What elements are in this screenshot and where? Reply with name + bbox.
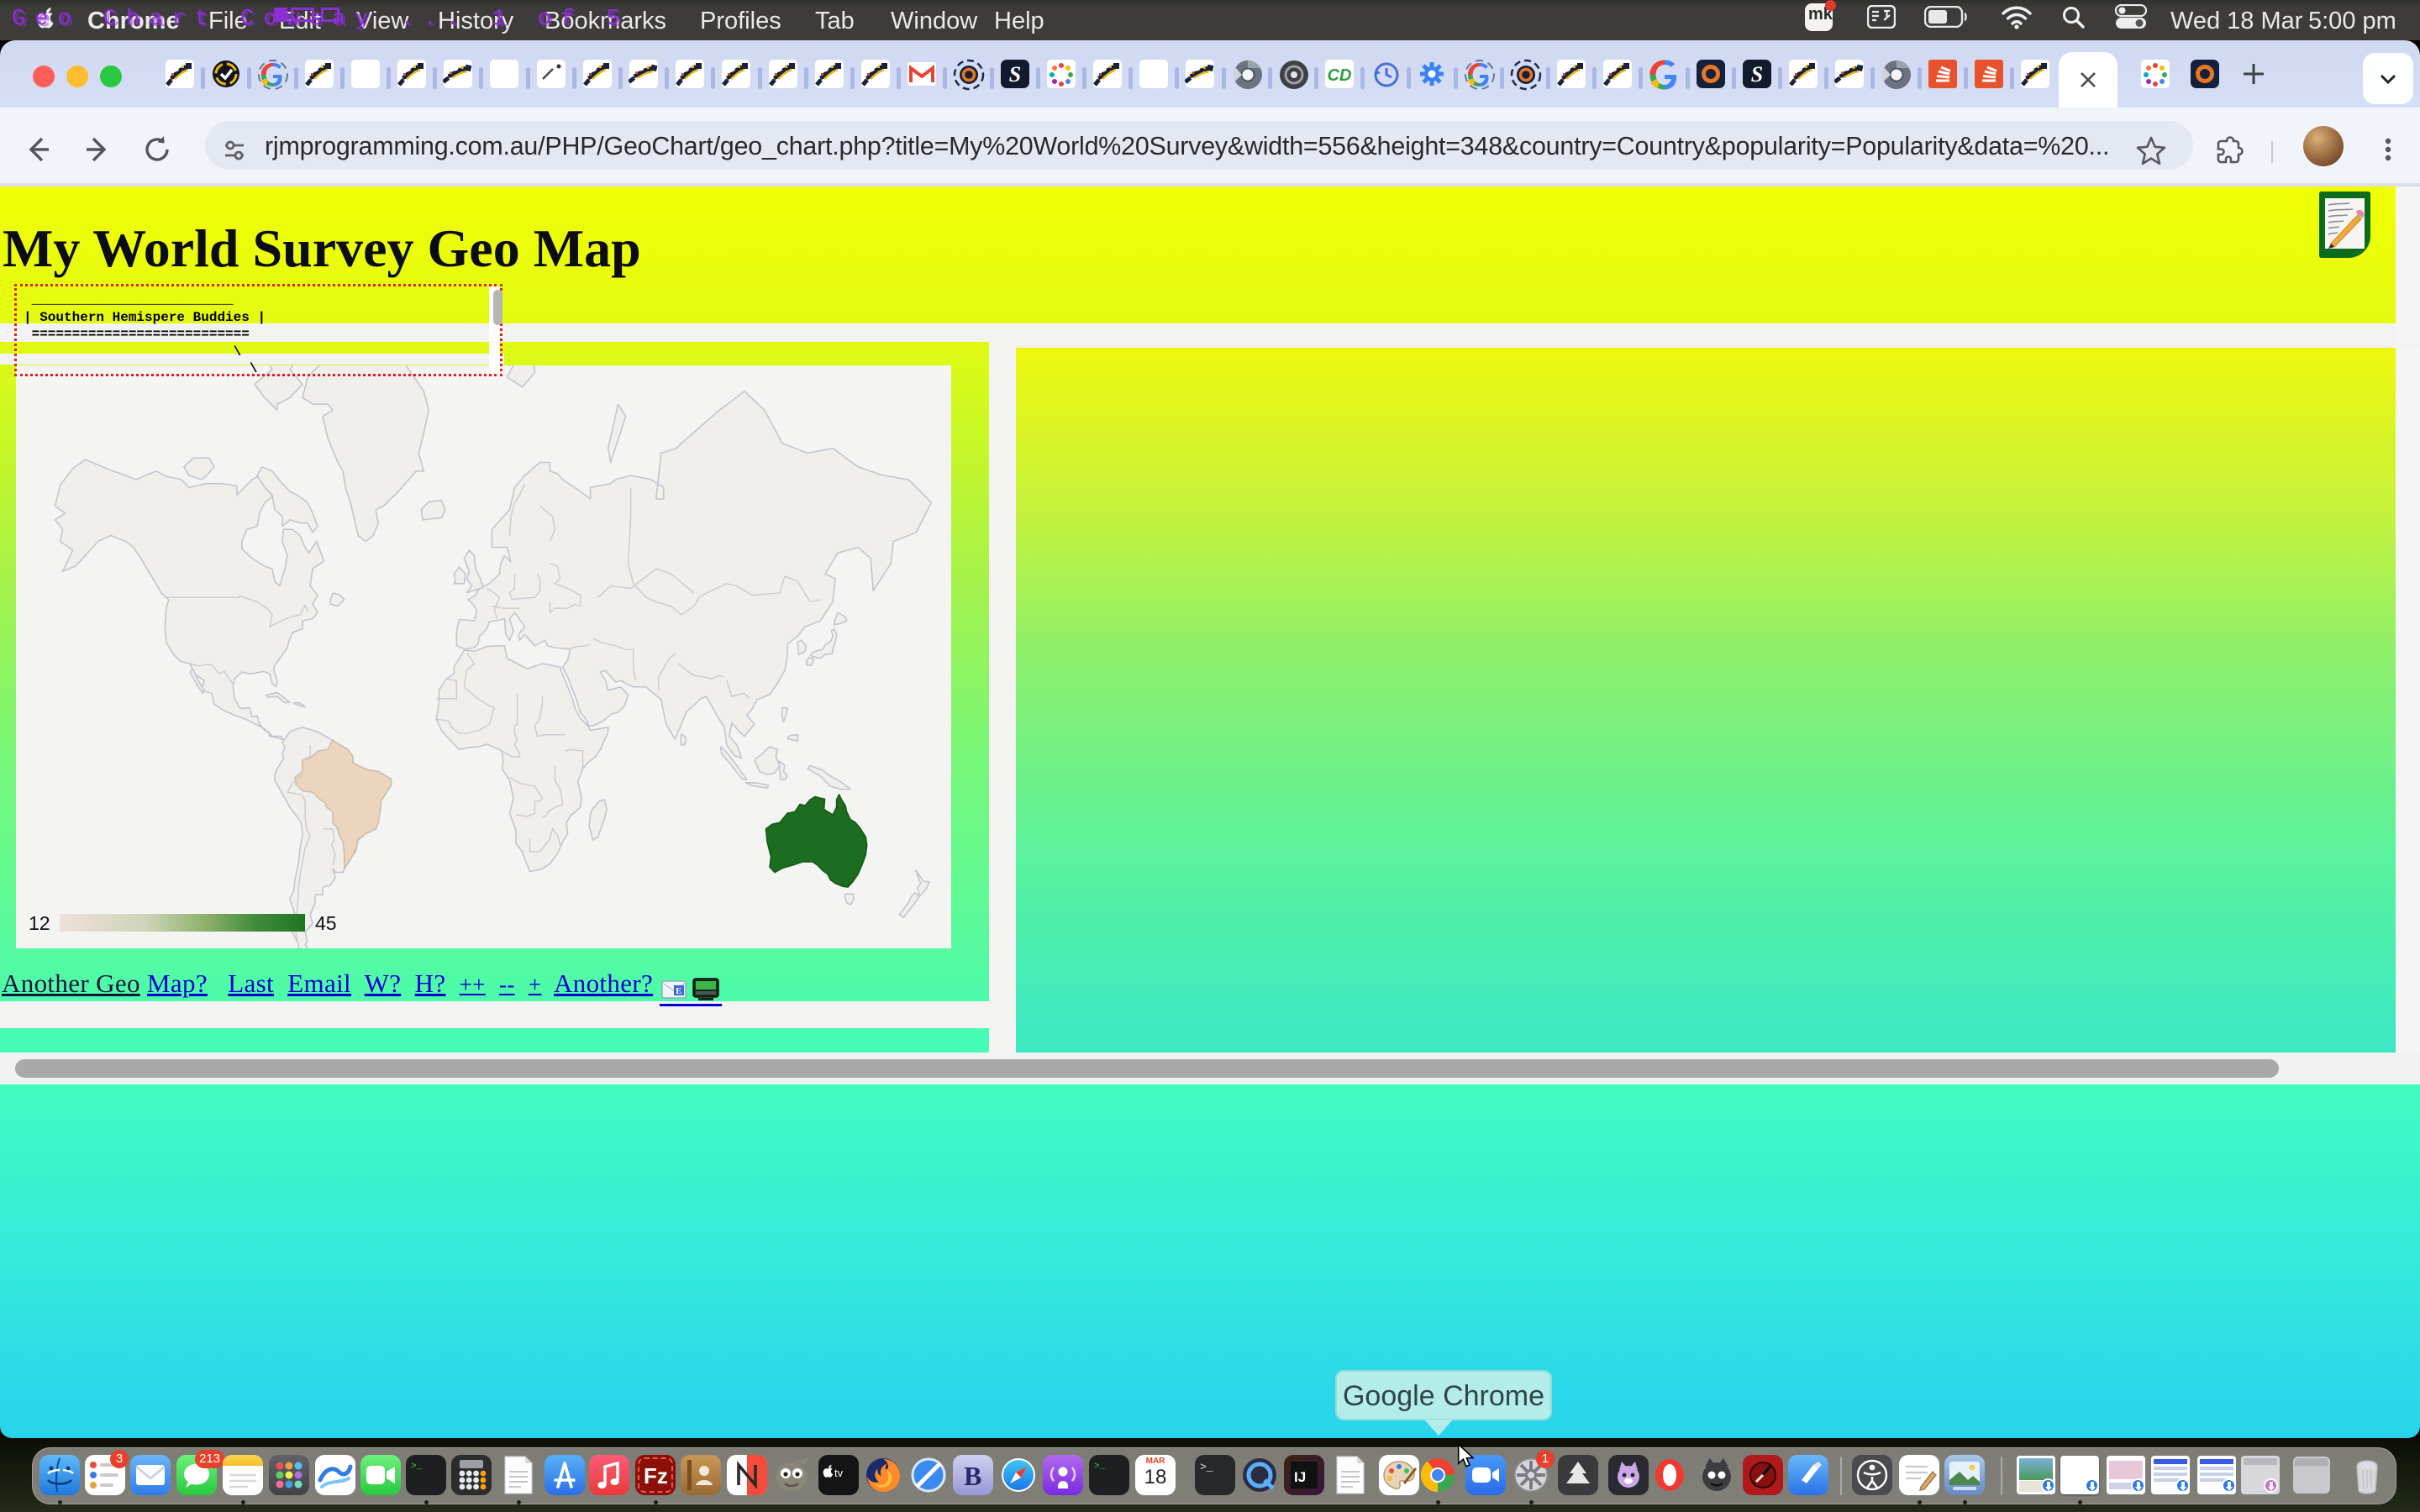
- svg-text:CD: CD: [1328, 66, 1352, 85]
- svg-text:Fz: Fz: [644, 1463, 668, 1488]
- svg-text:S: S: [1751, 62, 1763, 87]
- svg-text:>_: >_: [1200, 1461, 1213, 1473]
- svg-text:>_: >_: [411, 1462, 423, 1472]
- svg-text:E: E: [676, 986, 682, 996]
- svg-text:>_: >_: [1094, 1462, 1106, 1472]
- svg-text:B: B: [964, 1461, 981, 1491]
- svg-text:IJ: IJ: [1294, 1469, 1306, 1485]
- svg-text:tv: tv: [834, 1467, 844, 1479]
- svg-text:S: S: [1009, 62, 1021, 87]
